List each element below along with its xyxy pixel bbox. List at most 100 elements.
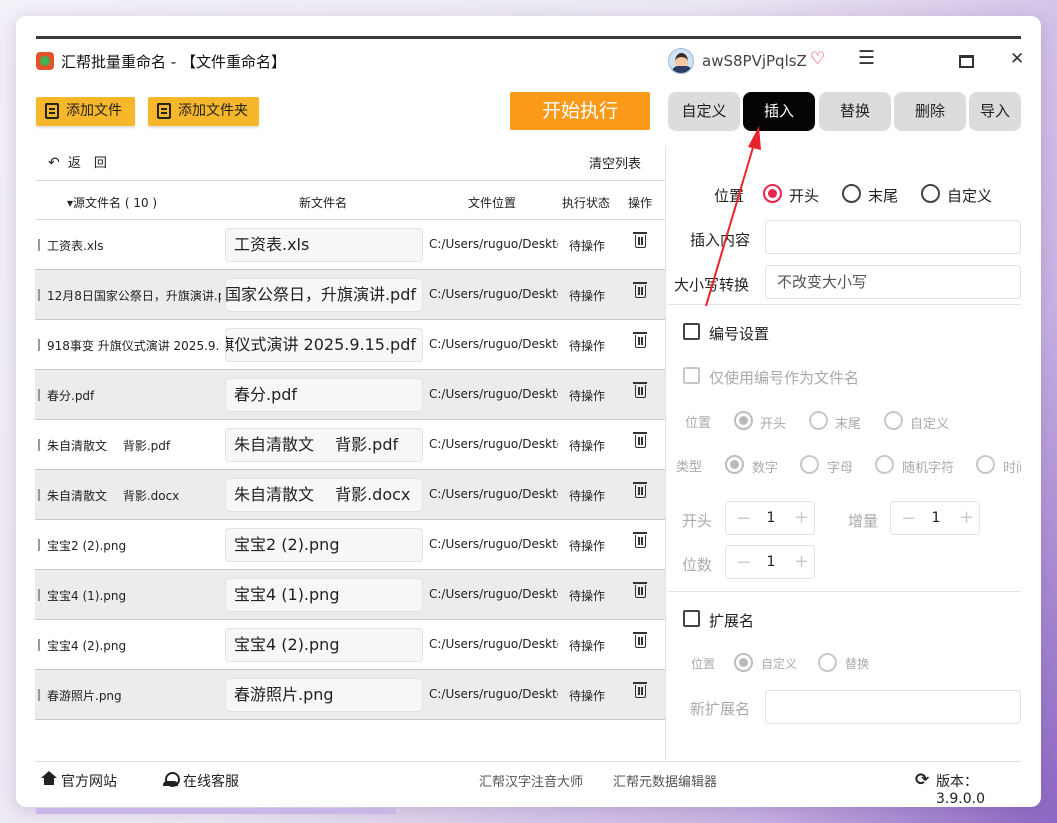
new-filename-input[interactable]: 工资表.xls (225, 228, 423, 262)
home-icon[interactable] (41, 771, 57, 785)
tab-delete[interactable]: 删除 (894, 92, 966, 131)
new-filename-input[interactable]: 宝宝2 (2).png (225, 528, 423, 562)
table-row[interactable]: 朱自清散文 背影.pdf 朱自清散文 背影.pdf C:/Users/ruguo/D… (35, 420, 665, 470)
trash-icon[interactable] (633, 282, 647, 298)
numbering-position-end-radio[interactable] (809, 411, 828, 430)
only-number-checkbox[interactable] (683, 367, 700, 384)
table-row[interactable]: 工资表.xls 工资表.xls C:/Users/ruguo/Deskto 待操作 (35, 220, 665, 270)
action-column-header: 操作 (628, 196, 653, 210)
table-row[interactable]: 宝宝4 (2).png 宝宝4 (2).png C:/Users/ruguo/Des… (35, 620, 665, 670)
trash-icon[interactable] (633, 482, 647, 498)
tab-insert[interactable]: 插入 (743, 92, 815, 131)
increment-stepper[interactable]: − 1 + (890, 501, 980, 535)
extension-custom-radio[interactable] (734, 653, 753, 672)
username[interactable]: awS8PVjPqlsZ (702, 52, 807, 70)
position-end-radio[interactable] (842, 184, 861, 203)
new-extension-input[interactable] (765, 690, 1021, 724)
panel-divider (665, 146, 666, 760)
table-row[interactable]: 918事变 升旗仪式演讲 2025.9.15.pdf 918事变 升旗仪式演讲 2… (35, 320, 665, 370)
status-text: 待操作 (569, 239, 606, 253)
new-filename-input[interactable]: 918事变 升旗仪式演讲 2025.9.15.pdf (225, 328, 423, 362)
trash-icon[interactable] (633, 582, 647, 598)
table-header: ▾源文件名 ( 10 ) 新文件名 文件位置 执行状态 操作 (35, 180, 665, 220)
insert-content-input[interactable] (765, 220, 1021, 254)
trash-icon[interactable] (633, 632, 647, 648)
new-filename-input[interactable]: 12月8日国家公祭日，升旗演讲.pdf (225, 278, 423, 312)
plus-icon[interactable]: + (794, 507, 809, 528)
add-file-icon (45, 103, 59, 119)
new-filename-input[interactable]: 朱自清散文 背影.pdf (225, 428, 423, 462)
type-number-radio[interactable] (725, 455, 744, 474)
close-icon[interactable]: ✕ (1010, 49, 1024, 69)
type-time-radio[interactable] (976, 455, 995, 474)
file-type-icon (35, 389, 40, 401)
pinyin-tool-link[interactable]: 汇帮汉字注音大师 (479, 771, 583, 790)
extension-checkbox[interactable] (683, 610, 700, 627)
add-file-button[interactable]: 添加文件 (36, 97, 135, 126)
start-button[interactable]: 开始执行 (510, 92, 650, 130)
tab-custom[interactable]: 自定义 (668, 92, 740, 131)
tab-import[interactable]: 导入 (969, 92, 1021, 131)
trash-icon[interactable] (633, 332, 647, 348)
add-folder-button[interactable]: 添加文件夹 (148, 97, 259, 126)
position-custom-radio[interactable] (921, 184, 940, 203)
type-letter-radio[interactable] (800, 455, 819, 474)
trash-icon[interactable] (633, 532, 647, 548)
numbering-position-custom-radio[interactable] (884, 411, 903, 430)
website-link[interactable]: 官方网站 (61, 771, 117, 791)
divider (667, 304, 1021, 305)
new-filename-input[interactable]: 朱自清散文 背影.docx (225, 478, 423, 512)
add-file-label: 添加文件 (66, 103, 122, 119)
digits-stepper[interactable]: − 1 + (725, 545, 815, 579)
extension-custom-label: 自定义 (761, 657, 798, 671)
clear-list-button[interactable]: 清空列表 (589, 153, 641, 172)
maximize-icon[interactable] (959, 55, 974, 68)
new-filename-input[interactable]: 宝宝4 (1).png (225, 578, 423, 612)
status-column-header: 执行状态 (562, 196, 611, 210)
status-text: 待操作 (569, 539, 606, 553)
file-type-icon (35, 289, 40, 301)
trash-icon[interactable] (633, 432, 647, 448)
type-random-radio[interactable] (875, 455, 894, 474)
plus-icon[interactable]: + (959, 507, 974, 528)
trash-icon[interactable] (633, 232, 647, 248)
divider (667, 591, 1021, 592)
new-filename-input[interactable]: 春分.pdf (225, 378, 423, 412)
metadata-tool-link[interactable]: 汇帮元数据编辑器 (613, 771, 717, 790)
file-table: 工资表.xls 工资表.xls C:/Users/ruguo/Deskto 待操作 12… (35, 220, 665, 720)
position-start-radio[interactable] (763, 184, 782, 203)
trash-icon[interactable] (633, 682, 647, 698)
numbering-position-start-radio[interactable] (734, 411, 753, 430)
back-button[interactable]: ↶ 返 回 (48, 152, 107, 171)
new-filename-input[interactable]: 宝宝4 (2).png (225, 628, 423, 662)
extension-replace-radio[interactable] (818, 653, 837, 672)
avatar[interactable] (668, 48, 694, 74)
source-column-header[interactable]: ▾源文件名 ( 10 ) (67, 194, 157, 211)
table-row[interactable]: 12月8日国家公祭日，升旗演讲.pdf 12月8日国家公祭日，升旗演讲.pdf C:… (35, 270, 665, 320)
table-row[interactable]: 宝宝4 (1).png 宝宝4 (1).png C:/Users/ruguo/Des… (35, 570, 665, 620)
position-label: 位置 (714, 187, 745, 205)
support-link[interactable]: 在线客服 (183, 771, 239, 791)
table-row[interactable]: 春分.pdf 春分.pdf C:/Users/ruguo/Deskto 待操作 (35, 370, 665, 420)
new-filename-input[interactable]: 春游照片.png (225, 678, 423, 712)
footer: 官方网站 在线客服 汇帮汉字注音大师 汇帮元数据编辑器 ⟳ 版本：3.9.0.0 (35, 761, 1021, 807)
plus-icon[interactable]: + (794, 551, 809, 572)
back-arrow-icon: ↶ (48, 155, 60, 171)
refresh-icon[interactable]: ⟳ (915, 770, 929, 790)
file-location: C:/Users/ruguo/Deskto (429, 287, 558, 301)
numbering-checkbox[interactable] (683, 323, 700, 340)
vip-heart-icon[interactable]: ♡ (810, 49, 825, 69)
table-row[interactable]: 朱自清散文 背影.docx 朱自清散文 背影.docx C:/Users/ruguo… (35, 470, 665, 520)
file-location: C:/Users/ruguo/Deskto (429, 387, 558, 401)
headset-icon[interactable] (163, 772, 180, 787)
start-stepper[interactable]: − 1 + (725, 501, 815, 535)
table-row[interactable]: 宝宝2 (2).png 宝宝2 (2).png C:/Users/ruguo/Des… (35, 520, 665, 570)
case-select[interactable]: 不改变大小写 (765, 265, 1021, 299)
trash-icon[interactable] (633, 382, 647, 398)
tab-replace[interactable]: 替换 (819, 92, 891, 131)
source-filename: 宝宝4 (1).png (47, 589, 127, 603)
file-location: C:/Users/ruguo/Deskto (429, 487, 558, 501)
hamburger-menu-icon[interactable]: ☰ (858, 47, 875, 69)
table-row[interactable]: 春游照片.png 春游照片.png C:/Users/ruguo/Deskto 待操作 (35, 670, 665, 720)
file-type-icon (35, 339, 40, 351)
